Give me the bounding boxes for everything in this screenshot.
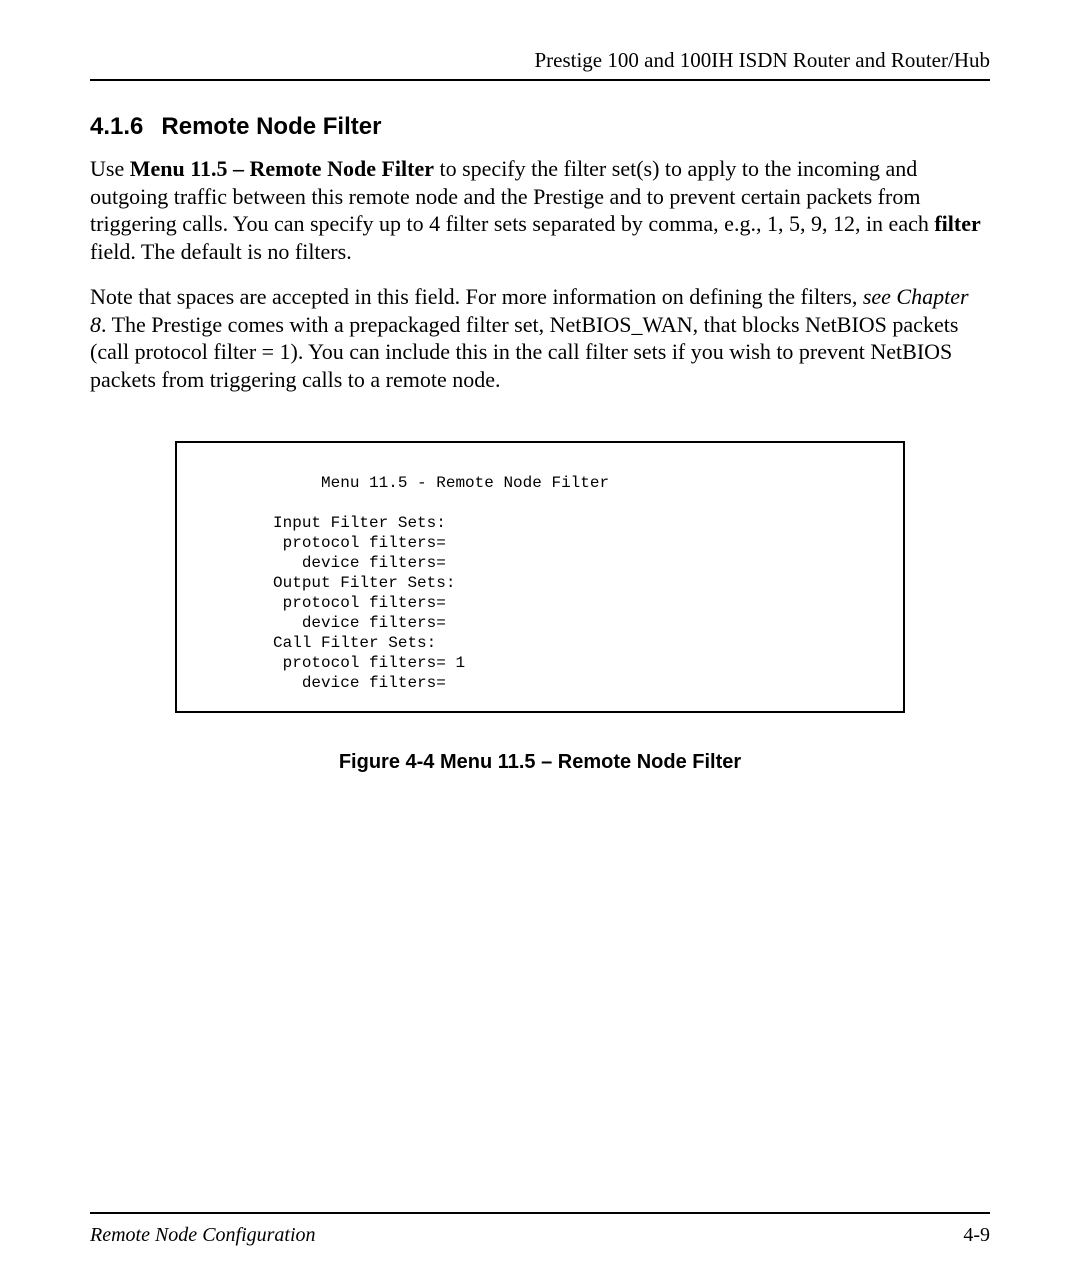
- page-footer: Remote Node Configuration 4-9: [90, 1212, 990, 1247]
- figure-input-header: Input Filter Sets:: [177, 513, 903, 533]
- footer-left: Remote Node Configuration: [90, 1224, 316, 1247]
- figure-call-device: device filters=: [177, 673, 903, 693]
- figure-title-line: Menu 11.5 - Remote Node Filter: [177, 473, 903, 493]
- section-number: 4.1.6: [90, 113, 143, 140]
- para1-filter-word: filter: [934, 211, 980, 236]
- para2-part1: Note that spaces are accepted in this fi…: [90, 284, 863, 309]
- figure-call-protocol: protocol filters= 1: [177, 653, 903, 673]
- para1-lead: Use: [90, 156, 130, 181]
- figure-output-header: Output Filter Sets:: [177, 573, 903, 593]
- figure-caption: Figure 4-4 Menu 11.5 – Remote Node Filte…: [90, 751, 990, 774]
- figure-call-header: Call Filter Sets:: [177, 633, 903, 653]
- figure-output-device: device filters=: [177, 613, 903, 633]
- para1-menu-ref: Menu 11.5 – Remote Node Filter: [130, 156, 434, 181]
- figure-output-protocol: protocol filters=: [177, 593, 903, 613]
- paragraph-2: Note that spaces are accepted in this fi…: [90, 283, 990, 393]
- section-title: Remote Node Filter: [161, 113, 381, 140]
- figure-input-device: device filters=: [177, 553, 903, 573]
- para1-tail: field. The default is no filters.: [90, 239, 352, 264]
- figure-input-protocol: protocol filters=: [177, 533, 903, 553]
- figure-box: Menu 11.5 - Remote Node Filter Input Fil…: [175, 441, 905, 713]
- footer-page-number: 4-9: [963, 1224, 990, 1247]
- page: Prestige 100 and 100IH ISDN Router and R…: [0, 0, 1080, 1281]
- paragraph-1: Use Menu 11.5 – Remote Node Filter to sp…: [90, 155, 990, 265]
- running-header: Prestige 100 and 100IH ISDN Router and R…: [90, 48, 990, 81]
- figure-wrapper: Menu 11.5 - Remote Node Filter Input Fil…: [90, 441, 990, 713]
- section-heading: 4.1.6 Remote Node Filter: [90, 113, 990, 141]
- para2-part2: . The Prestige comes with a prepackaged …: [90, 312, 958, 392]
